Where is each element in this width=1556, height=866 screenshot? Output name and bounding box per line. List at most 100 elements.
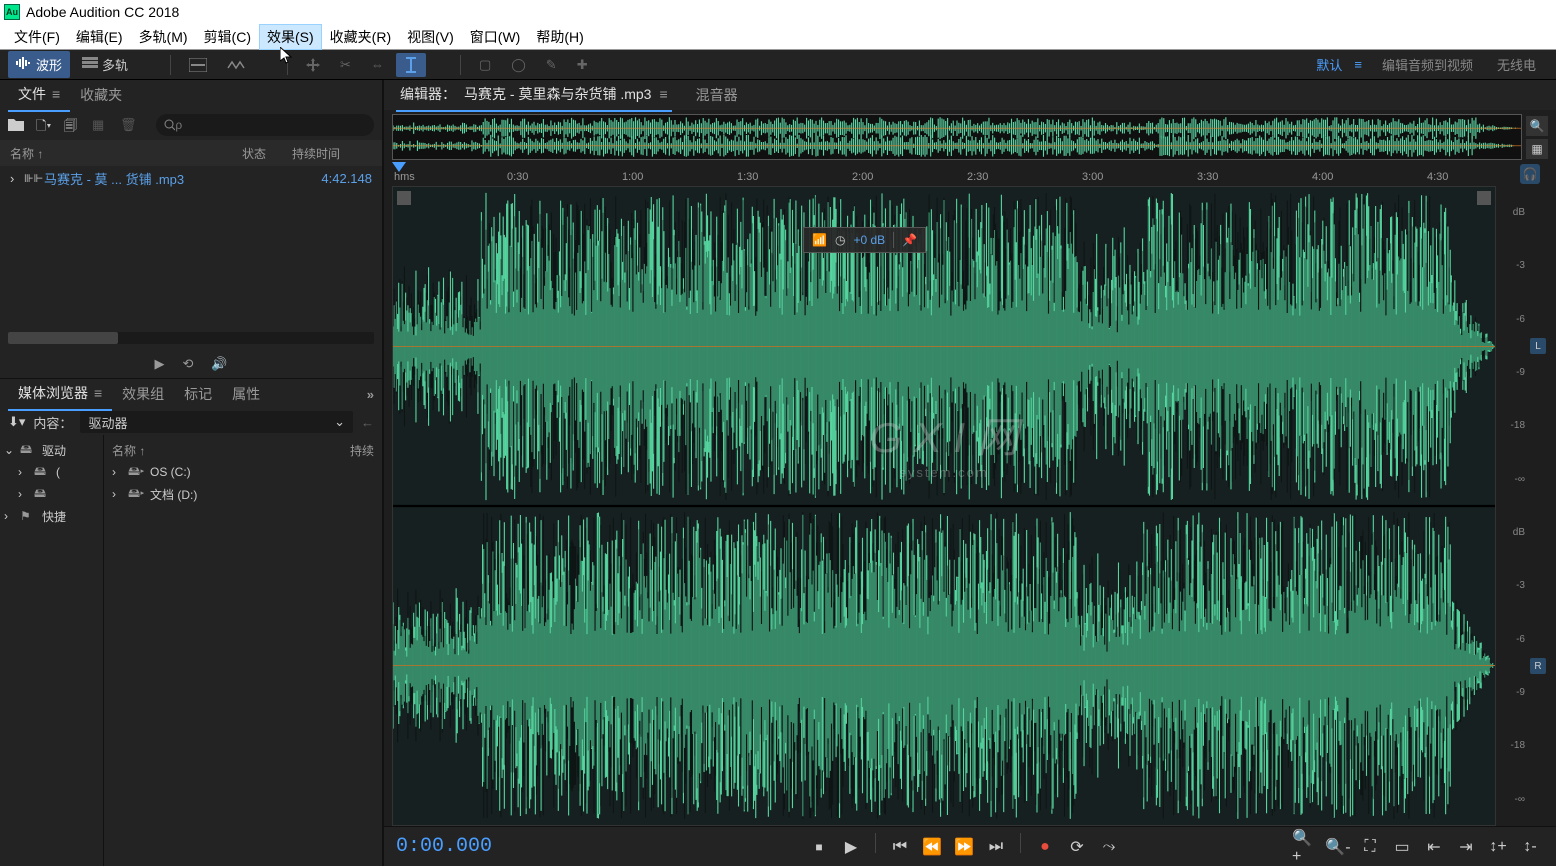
play-button[interactable]: ▶ bbox=[837, 833, 865, 861]
media-header-duration[interactable]: 持续 bbox=[350, 442, 374, 459]
menu-window[interactable]: 窗口(W) bbox=[462, 24, 529, 50]
ch1-top-right-toggle[interactable] bbox=[1477, 191, 1491, 205]
forward-button[interactable]: ⏩ bbox=[950, 833, 978, 861]
expand-icon[interactable]: › bbox=[10, 171, 24, 186]
tool-razor-button[interactable]: ✂ bbox=[332, 53, 359, 77]
files-header-status[interactable]: 状态 bbox=[242, 145, 292, 162]
waveform-display[interactable]: G X I 网 system.com 📶 ◷ +0 dB 📌 bbox=[392, 186, 1496, 826]
new-file-icon[interactable]: 🗋▾ bbox=[36, 117, 52, 133]
menu-clip[interactable]: 剪辑(C) bbox=[196, 24, 259, 50]
panel-menu-icon[interactable]: ≡ bbox=[659, 86, 667, 102]
menu-effects[interactable]: 效果(S) bbox=[259, 24, 322, 50]
back-icon[interactable]: ← bbox=[361, 415, 374, 430]
zoom-out-point-icon[interactable]: ⇥ bbox=[1452, 833, 1480, 861]
file-row[interactable]: › ⊪⊩ 马赛克 - 莫 ... 货铺 .mp3 4:42.148 bbox=[0, 166, 382, 190]
hud-controls[interactable]: 📶 ◷ +0 dB 📌 bbox=[803, 227, 926, 253]
channel-badges: L R bbox=[1528, 186, 1548, 826]
headphones-icon[interactable]: 🎧 bbox=[1520, 164, 1540, 184]
file-search-input[interactable] bbox=[156, 114, 374, 136]
media-header-name[interactable]: 名称 ↑ bbox=[112, 442, 350, 459]
loop-button[interactable]: ⟳ bbox=[1063, 833, 1091, 861]
grid-view-icon[interactable]: ▦ bbox=[1526, 139, 1548, 159]
channel-l-badge[interactable]: L bbox=[1530, 338, 1546, 354]
tree-right-drive-d[interactable]: ›🖴▸文档 (D:) bbox=[112, 483, 374, 505]
tool-brush-button[interactable]: ✎ bbox=[538, 53, 565, 77]
goto-start-button[interactable]: ⏮ bbox=[886, 833, 914, 861]
tree-drive-c[interactable]: ›🖴( bbox=[4, 461, 99, 483]
menu-favorites[interactable]: 收藏夹(R) bbox=[322, 24, 399, 50]
tree-right-drive-c[interactable]: ›🖴▸OS (C:) bbox=[112, 461, 374, 483]
skip-selection-button[interactable]: ⤳ bbox=[1095, 833, 1123, 861]
tab-properties[interactable]: 属性 bbox=[222, 378, 270, 410]
tool-time-select-button[interactable] bbox=[396, 53, 426, 77]
ch1-top-toggle[interactable] bbox=[397, 191, 411, 205]
zoom-out-icon[interactable]: 🔍- bbox=[1324, 833, 1352, 861]
media-panel-tabs: 媒体浏览器 ≡ 效果组 标记 属性 » bbox=[0, 379, 382, 409]
new-multitrack-icon[interactable]: 🗐▾ bbox=[64, 117, 80, 133]
tab-effects-rack[interactable]: 效果组 bbox=[112, 378, 174, 410]
play-preview-icon[interactable]: ▶ bbox=[154, 356, 164, 372]
tree-shortcuts[interactable]: ›⚑快捷 bbox=[4, 505, 99, 527]
menu-edit[interactable]: 编辑(E) bbox=[68, 24, 131, 50]
menu-help[interactable]: 帮助(H) bbox=[528, 24, 591, 50]
zoom-vertical-out-icon[interactable]: ↕- bbox=[1516, 833, 1544, 861]
workspace-hamburger-icon[interactable]: ≡ bbox=[1354, 57, 1362, 72]
tool-move-button[interactable] bbox=[298, 54, 328, 76]
menu-multitrack[interactable]: 多轨(M) bbox=[131, 24, 196, 50]
files-scrollbar[interactable] bbox=[8, 332, 374, 344]
panel-overflow-icon[interactable]: » bbox=[367, 387, 374, 402]
rewind-button[interactable]: ⏪ bbox=[918, 833, 946, 861]
tab-files[interactable]: 文件 ≡ bbox=[8, 78, 70, 112]
tool-slip-button[interactable]: ⇔ bbox=[363, 53, 392, 76]
hud-clock-icon[interactable]: ◷ bbox=[835, 233, 845, 247]
channel-r-badge[interactable]: R bbox=[1530, 658, 1546, 674]
hud-volume-icon[interactable]: 📶 bbox=[812, 233, 827, 247]
tool-heal-button[interactable]: ✚ bbox=[569, 53, 596, 77]
workspace-wireless[interactable]: 无线电 bbox=[1485, 51, 1548, 78]
time-ruler[interactable]: hms 0:301:001:302:002:303:003:304:004:30… bbox=[392, 164, 1548, 186]
open-file-icon[interactable] bbox=[8, 117, 24, 133]
loop-preview-icon[interactable]: ⟲ bbox=[182, 356, 193, 372]
menu-view[interactable]: 视图(V) bbox=[399, 24, 462, 50]
zoom-in-icon[interactable]: 🔍+ bbox=[1292, 833, 1320, 861]
delete-icon[interactable]: 🗑 bbox=[120, 117, 136, 133]
zoom-in-time-icon[interactable]: 🔍 bbox=[1526, 116, 1548, 136]
record-button[interactable]: ● bbox=[1031, 833, 1059, 861]
main-toolbar: 波形 多轨 ✂ ⇔ ▢ ◯ ✎ ✚ 默认 ≡ 编辑音频到视频 无线电 bbox=[0, 50, 1556, 80]
view-waveform-button[interactable]: 波形 bbox=[8, 51, 70, 78]
file-duration: 4:42.148 bbox=[292, 171, 372, 186]
workspace-edit-av[interactable]: 编辑音频到视频 bbox=[1370, 51, 1485, 78]
timecode-display[interactable]: 0:00.000 bbox=[396, 835, 636, 858]
view-multitrack-button[interactable]: 多轨 bbox=[74, 51, 136, 78]
tab-mixer[interactable]: 混音器 bbox=[692, 79, 742, 111]
tab-favorites[interactable]: 收藏夹 bbox=[70, 79, 132, 111]
tree-drive-d[interactable]: ›🖴 bbox=[4, 483, 99, 505]
goto-end-button[interactable]: ⏭ bbox=[982, 833, 1010, 861]
hud-gain-value[interactable]: +0 dB bbox=[853, 233, 885, 247]
tab-editor[interactable]: 编辑器： 马赛克 - 莫里森与杂货铺 .mp3 ≡ bbox=[396, 78, 672, 112]
zoom-full-icon[interactable]: ⛶ bbox=[1356, 833, 1384, 861]
tool-spectral-pitch-button[interactable] bbox=[219, 54, 253, 76]
menu-file[interactable]: 文件(F) bbox=[6, 24, 68, 50]
files-header-duration[interactable]: 持续时间 bbox=[292, 145, 372, 162]
tab-markers[interactable]: 标记 bbox=[174, 378, 222, 410]
zoom-selection-icon[interactable]: ▭ bbox=[1388, 833, 1416, 861]
panel-menu-icon[interactable]: ≡ bbox=[52, 86, 60, 102]
tool-spectral-freq-button[interactable] bbox=[181, 54, 215, 76]
hud-pin-icon[interactable]: 📌 bbox=[902, 233, 917, 247]
tab-media-browser[interactable]: 媒体浏览器 ≡ bbox=[8, 377, 112, 411]
zoom-in-point-icon[interactable]: ⇤ bbox=[1420, 833, 1448, 861]
panel-menu-icon[interactable]: ≡ bbox=[94, 385, 102, 401]
tool-marquee-button[interactable]: ▢ bbox=[471, 53, 499, 77]
stop-button[interactable]: ■ bbox=[805, 833, 833, 861]
tree-drives[interactable]: ⌄🖴驱动 bbox=[4, 439, 99, 461]
zoom-vertical-in-icon[interactable]: ↕+ bbox=[1484, 833, 1512, 861]
workspace-default[interactable]: 默认 bbox=[1304, 51, 1354, 78]
content-dropdown[interactable]: 驱动器 ⌄ bbox=[80, 411, 353, 433]
download-drive-icon[interactable]: ⬇▾ bbox=[8, 414, 25, 430]
overview-waveform[interactable] bbox=[392, 114, 1522, 160]
auto-play-icon[interactable]: 🔊 bbox=[211, 356, 227, 372]
insert-icon[interactable]: ▦ bbox=[92, 117, 108, 133]
files-header-name[interactable]: 名称 ↑ bbox=[10, 145, 242, 162]
tool-lasso-button[interactable]: ◯ bbox=[503, 53, 534, 77]
